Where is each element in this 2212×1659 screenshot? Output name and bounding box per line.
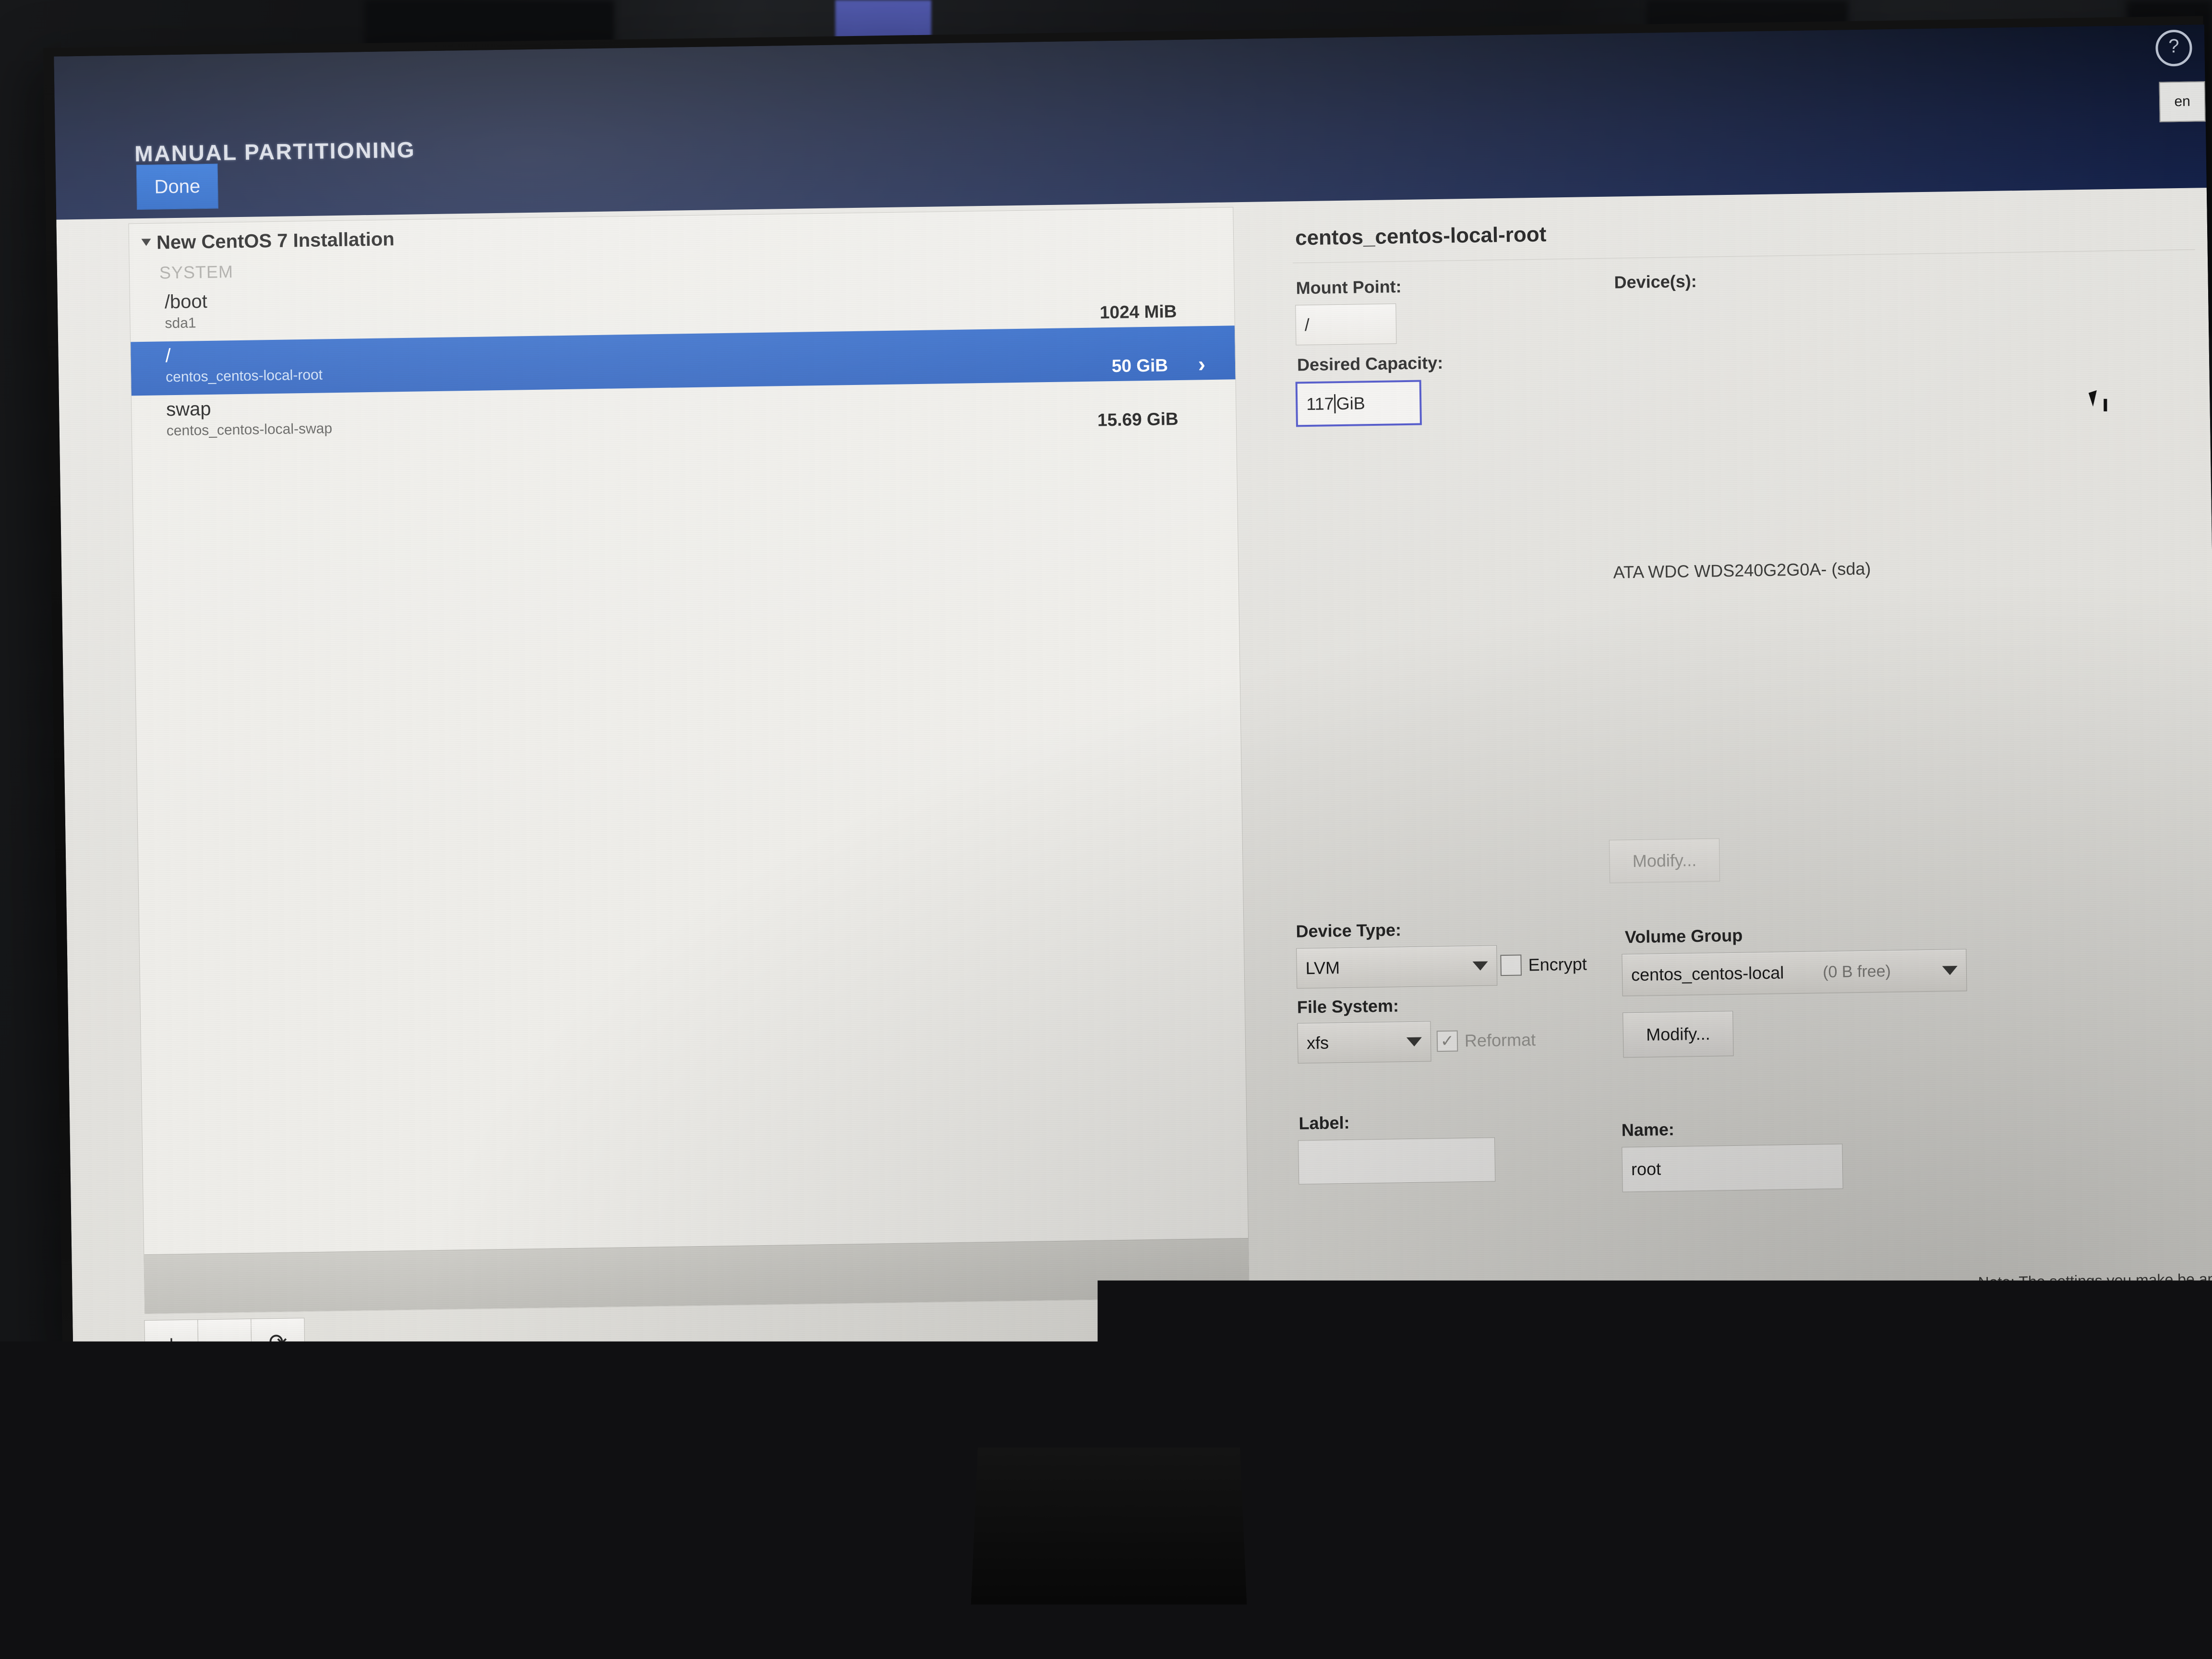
desired-capacity-value: 117 xyxy=(1306,394,1334,414)
partition-group-label: New CentOS 7 Installation xyxy=(156,228,395,253)
partition-device: sda1 xyxy=(165,315,196,332)
chevron-down-icon xyxy=(141,239,151,246)
total-space-value: 223.58 GiB xyxy=(321,1399,454,1401)
note-text: Note: The settings you make be applied u… xyxy=(1978,1267,2212,1316)
partition-list-panel: New CentOS 7 Installation SYSTEM /boot s… xyxy=(128,207,1249,1314)
space-summary: AVAILABLE SPACE 156.88 GiB TOTAL SPACE 2… xyxy=(145,1375,463,1400)
partition-size: 15.69 GiB xyxy=(1097,409,1178,430)
device-type-value: LVM xyxy=(1305,958,1340,978)
partition-mount-point: / xyxy=(165,345,171,367)
device-type-label: Device Type: xyxy=(1296,920,1401,941)
installer-body: New CentOS 7 Installation SYSTEM /boot s… xyxy=(56,188,2212,1400)
refresh-button[interactable]: ⟳ xyxy=(251,1318,305,1366)
partition-mount-point: /boot xyxy=(165,291,208,313)
monitor-brand-logo: AOC xyxy=(1182,1409,1235,1434)
devices-label: Device(s): xyxy=(1614,271,1697,293)
encrypt-checkbox[interactable]: Encrypt xyxy=(1500,954,1587,976)
checkbox-box: ✓ xyxy=(1437,1031,1458,1052)
file-system-select[interactable]: xfs xyxy=(1297,1021,1431,1063)
desired-capacity-unit: GiB xyxy=(1336,393,1365,414)
reformat-checkbox[interactable]: ✓ Reformat xyxy=(1437,1029,1536,1052)
cloud-icon: ☁ xyxy=(2126,1631,2142,1650)
monitor: AOC MANUAL PARTITIONING Done ? en New Ce… xyxy=(43,16,2212,1464)
desired-capacity-label: Desired Capacity: xyxy=(1297,353,1443,375)
partition-toolbar: + − ⟳ xyxy=(144,1318,305,1367)
mount-point-input[interactable]: / xyxy=(1295,303,1396,345)
volume-group-value: centos_centos-local xyxy=(1631,962,1784,985)
reformat-label: Reformat xyxy=(1465,1030,1536,1051)
add-partition-button[interactable]: + xyxy=(144,1320,198,1368)
volume-group-label: Volume Group xyxy=(1625,926,1743,948)
keyboard-layout-indicator[interactable]: en xyxy=(2159,81,2206,122)
partition-size: 50 GiB xyxy=(1112,355,1168,376)
partition-detail-panel: centos_centos-local-root Mount Point: / … xyxy=(1285,192,2212,1387)
mount-point-value: / xyxy=(1305,315,1310,335)
screen: MANUAL PARTITIONING Done ? en New CentOS… xyxy=(54,24,2212,1400)
available-space-badge: AVAILABLE SPACE 156.88 GiB xyxy=(145,1378,298,1400)
partition-size: 1024 MiB xyxy=(1100,301,1177,323)
partition-section-label: SYSTEM xyxy=(159,262,234,283)
installer-header: MANUAL PARTITIONING Done ? en xyxy=(54,24,2207,219)
watermark: ☁ 亿速云 xyxy=(2121,1625,2207,1656)
checkbox-box xyxy=(1500,955,1522,976)
page-title: MANUAL PARTITIONING xyxy=(134,137,416,167)
remove-partition-button[interactable]: − xyxy=(197,1319,252,1367)
detail-divider xyxy=(1293,250,2195,264)
name-value: root xyxy=(1631,1159,1661,1179)
watermark-text: 亿速云 xyxy=(2147,1628,2200,1653)
name-field-label: Name: xyxy=(1621,1119,1674,1141)
volume-group-free-space: (0 B free) xyxy=(1823,962,1891,982)
text-caret xyxy=(1334,394,1336,413)
volume-group-modify-button[interactable]: Modify... xyxy=(1623,1011,1733,1058)
partition-list-footer xyxy=(144,1238,1249,1313)
photo-scene: AOC MANUAL PARTITIONING Done ? en New Ce… xyxy=(0,0,2212,1659)
available-space-caption: AVAILABLE SPACE xyxy=(155,1385,288,1401)
name-input[interactable]: root xyxy=(1622,1144,1843,1192)
partition-group-header[interactable]: New CentOS 7 Installation xyxy=(143,228,395,254)
detail-title: centos_centos-local-root xyxy=(1295,223,1547,251)
chevron-down-icon xyxy=(1942,966,1958,975)
mount-point-label: Mount Point: xyxy=(1296,276,1402,298)
partition-device: centos_centos-local-root xyxy=(166,367,323,385)
desk-object xyxy=(1431,1527,1863,1613)
help-icon[interactable]: ? xyxy=(2155,30,2192,67)
volume-group-select[interactable]: centos_centos-local (0 B free) xyxy=(1622,949,1967,997)
partition-mount-point: swap xyxy=(166,398,211,421)
chevron-down-icon xyxy=(1473,961,1488,970)
label-input[interactable] xyxy=(1298,1137,1495,1184)
chevron-down-icon xyxy=(1407,1037,1422,1046)
encrypt-label: Encrypt xyxy=(1528,954,1587,975)
partition-device: centos_centos-local-swap xyxy=(167,421,333,439)
file-system-label: File System: xyxy=(1297,996,1399,1017)
device-type-select[interactable]: LVM xyxy=(1296,945,1497,988)
total-space-badge: TOTAL SPACE 223.58 GiB xyxy=(311,1375,463,1400)
device-name: ATA WDC WDS240G2G0A- (sda) xyxy=(1613,559,1871,583)
monitor-stand xyxy=(971,1448,1247,1605)
total-space-caption: TOTAL SPACE xyxy=(320,1382,453,1399)
file-system-value: xfs xyxy=(1307,1033,1329,1054)
done-button[interactable]: Done xyxy=(136,164,218,210)
chevron-right-icon: › xyxy=(1198,351,1205,377)
devices-modify-button[interactable]: Modify... xyxy=(1609,838,1720,883)
desired-capacity-input[interactable]: 117 GiB xyxy=(1296,380,1422,427)
label-field-label: Label: xyxy=(1298,1113,1350,1134)
